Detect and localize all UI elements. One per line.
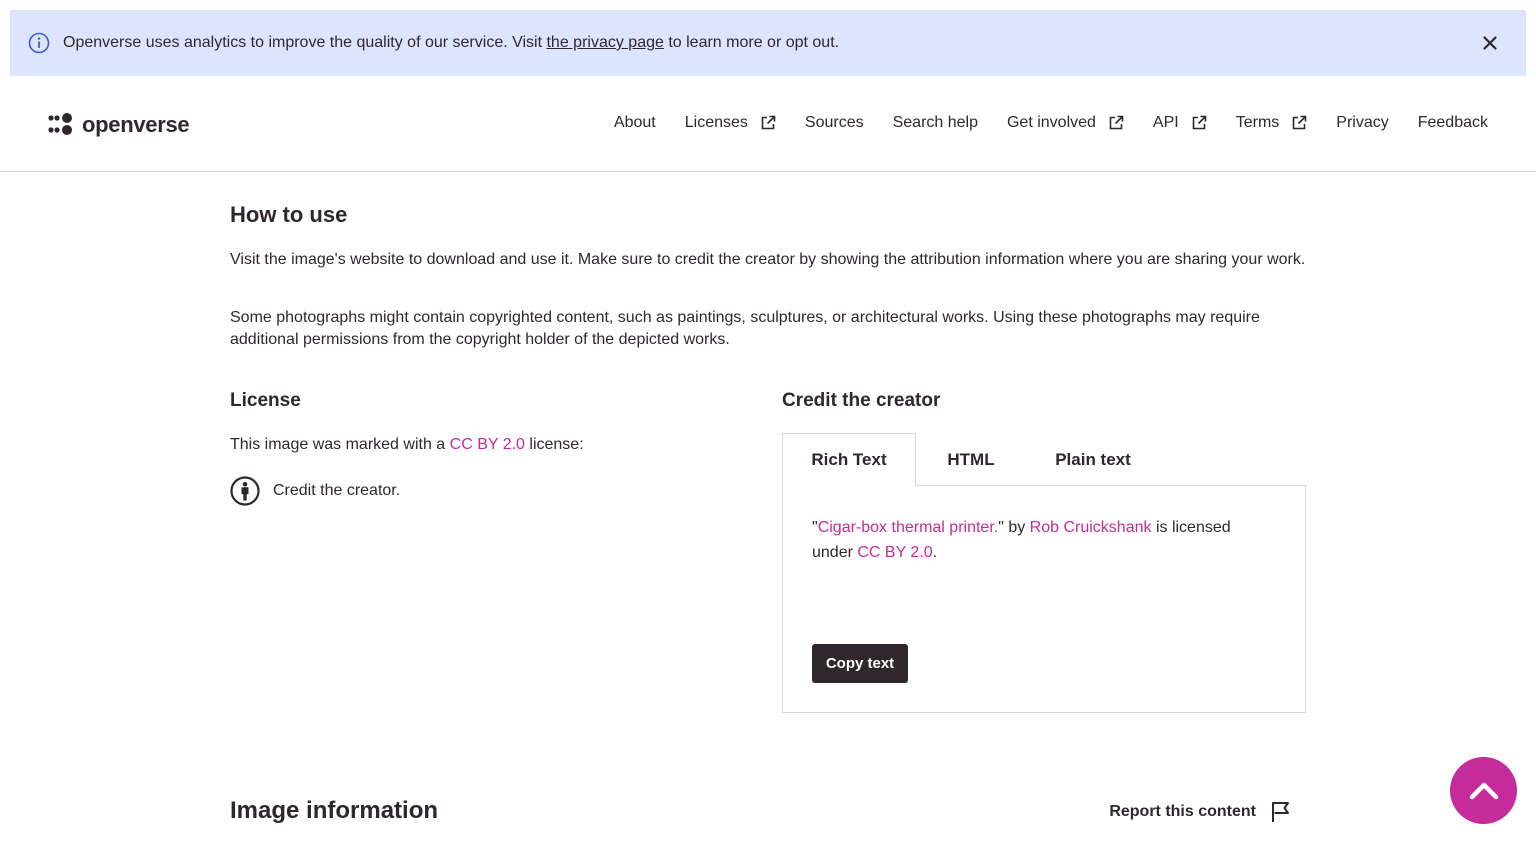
chevron-up-icon — [1469, 782, 1498, 799]
external-link-icon — [1291, 115, 1307, 131]
external-link-icon — [760, 115, 776, 131]
report-content-label: Report this content — [1109, 803, 1256, 820]
nav-sources-label: Sources — [804, 114, 864, 131]
flag-icon — [1272, 802, 1289, 822]
work-title-link[interactable]: Cigar-box thermal printer. — [818, 519, 999, 536]
license-text-after: license: — [524, 436, 584, 453]
close-banner-button[interactable] — [1480, 33, 1500, 53]
openverse-logo-icon — [48, 113, 72, 135]
license-statement: This image was marked with a CC BY 2.0 l… — [230, 436, 584, 454]
how-to-use-paragraph-2: Some photographs might contain copyright… — [230, 309, 1260, 348]
nav-get-involved-label: Get involved — [1006, 114, 1096, 131]
banner-text-after: to learn more or opt out. — [663, 34, 840, 51]
nav-privacy-label: Privacy — [1336, 114, 1389, 131]
license-heading: License — [230, 390, 301, 411]
nav-get-involved[interactable]: Get involved — [1007, 114, 1124, 132]
nav-licenses[interactable]: Licenses — [685, 114, 776, 132]
license-text-before: This image was marked with a — [230, 436, 450, 453]
nav-feedback[interactable]: Feedback — [1418, 114, 1488, 132]
close-icon — [1483, 36, 1497, 50]
image-information-heading: Image information — [230, 797, 439, 824]
how-to-use-paragraph-1: Visit the image's website to download an… — [230, 251, 1306, 268]
cc-by-icon — [230, 476, 260, 506]
main-nav: About Licenses Sources Search help Get i… — [585, 114, 1488, 132]
external-link-icon — [1191, 115, 1207, 131]
nav-api-label: API — [1152, 114, 1179, 131]
tab-plain-text[interactable]: Plain text — [1034, 433, 1152, 486]
by-text: " by — [998, 519, 1030, 536]
site-header: openverse About Licenses Sources Search … — [0, 76, 1536, 172]
period: . — [932, 544, 938, 561]
attribution-text: "Cigar-box thermal printer." by Rob Crui… — [812, 515, 1252, 565]
logo-text: openverse — [82, 112, 190, 137]
tab-rich-text[interactable]: Rich Text — [782, 433, 916, 486]
nav-sources[interactable]: Sources — [805, 114, 864, 132]
nav-about-label: About — [613, 114, 656, 131]
report-content-button[interactable]: Report this content — [1109, 801, 1292, 823]
nav-about[interactable]: About — [614, 114, 656, 132]
back-to-top-button[interactable] — [1450, 757, 1517, 824]
nav-privacy[interactable]: Privacy — [1336, 114, 1388, 132]
license-link[interactable]: CC BY 2.0 — [450, 436, 525, 453]
how-to-use-heading: How to use — [230, 202, 348, 227]
attribution-license-link[interactable]: CC BY 2.0 — [857, 544, 932, 561]
banner-message: Openverse uses analytics to improve the … — [63, 34, 839, 52]
attribution-panel: "Cigar-box thermal printer." by Rob Crui… — [782, 485, 1306, 713]
nav-licenses-label: Licenses — [684, 114, 748, 131]
banner-text-before: Openverse uses analytics to improve the … — [63, 34, 547, 51]
nav-api[interactable]: API — [1153, 114, 1207, 132]
openverse-logo[interactable]: openverse — [48, 112, 190, 138]
license-element-by: Credit the creator. — [230, 476, 400, 506]
copy-text-button[interactable]: Copy text — [812, 644, 908, 683]
external-link-icon — [1108, 115, 1124, 131]
credit-creator-text: Credit the creator. — [273, 482, 401, 499]
privacy-page-link[interactable]: the privacy page — [546, 34, 663, 51]
info-icon — [28, 32, 50, 54]
credit-creator-heading: Credit the creator — [782, 390, 941, 411]
creator-link[interactable]: Rob Cruickshank — [1030, 519, 1152, 536]
nav-terms[interactable]: Terms — [1236, 114, 1308, 132]
analytics-banner: Openverse uses analytics to improve the … — [10, 10, 1526, 76]
tab-html[interactable]: HTML — [922, 433, 1020, 486]
attribution-tabs: Rich Text HTML Plain text — [782, 433, 1306, 486]
nav-terms-label: Terms — [1235, 114, 1280, 131]
nav-feedback-label: Feedback — [1417, 114, 1488, 131]
nav-search-help-label: Search help — [892, 114, 978, 131]
nav-search-help[interactable]: Search help — [893, 114, 978, 132]
